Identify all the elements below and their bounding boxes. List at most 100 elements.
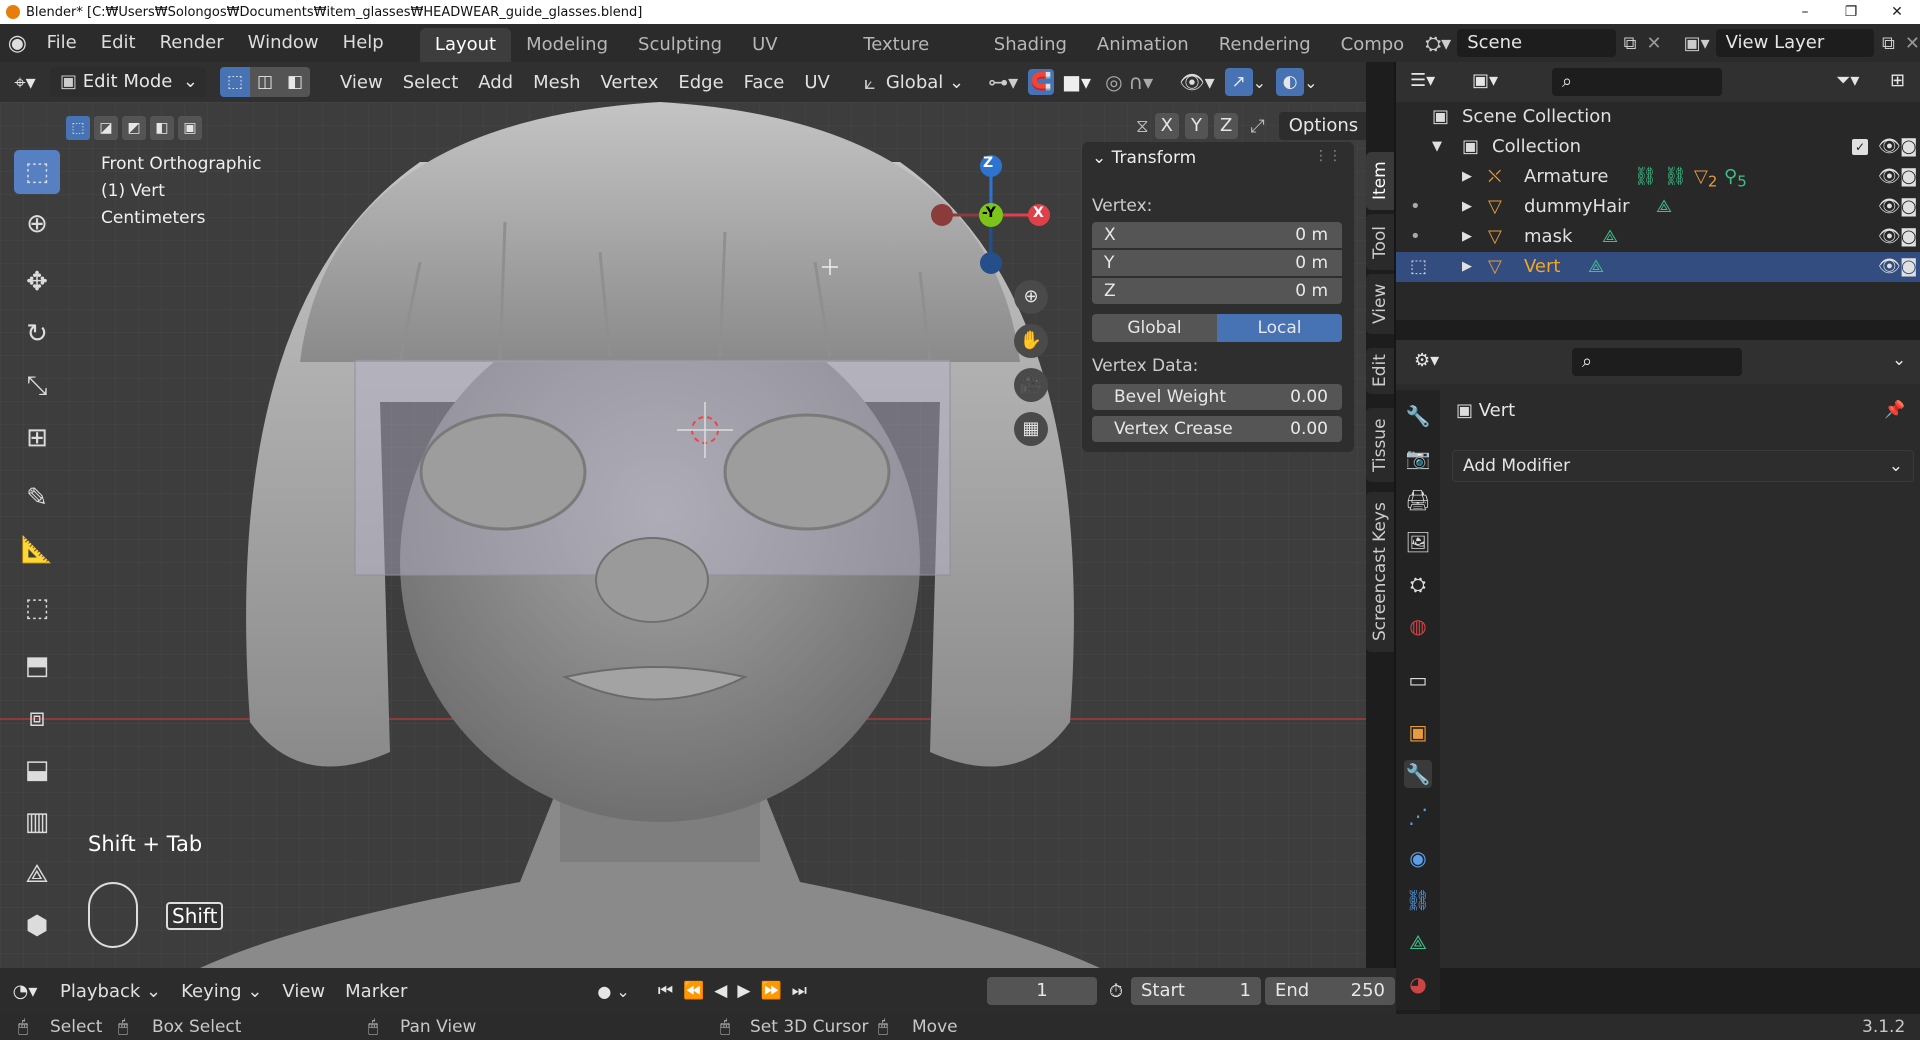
sidebar-tab-screencast-keys[interactable]: Screencast Keys: [1366, 492, 1394, 652]
current-frame-field[interactable]: 1: [986, 977, 1097, 1005]
outliner-row-vert[interactable]: ⬚ ▶ ▽ Vert ⟁ 👁 ◙: [1396, 252, 1920, 282]
pin-icon[interactable]: 📌: [1884, 400, 1905, 420]
vertex-select-icon[interactable]: ⬚: [220, 67, 250, 97]
chevron-down-icon[interactable]: ⌄: [1304, 73, 1317, 92]
end-frame-field[interactable]: End 250: [1264, 977, 1395, 1005]
local-button[interactable]: Local: [1217, 314, 1342, 342]
properties-search-input[interactable]: ⌕: [1572, 348, 1742, 376]
new-collection-icon[interactable]: ⊞: [1890, 70, 1905, 91]
render-camera-icon[interactable]: ◙: [1900, 162, 1917, 192]
expand-right-icon[interactable]: ▶: [1462, 252, 1472, 282]
play-icon[interactable]: ▶: [737, 981, 750, 1001]
blender-menu-icon[interactable]: ◉: [0, 31, 35, 56]
tab-sculpting[interactable]: Sculpting: [623, 28, 737, 62]
eye-icon[interactable]: 👁: [1878, 162, 1901, 192]
vertex-y-field[interactable]: Y 0 m: [1092, 250, 1342, 276]
visibility-icon[interactable]: 👁▾: [1179, 70, 1214, 94]
eye-icon[interactable]: 👁: [1878, 222, 1901, 252]
menu-view[interactable]: View: [330, 72, 393, 93]
menu-vertex[interactable]: Vertex: [591, 72, 669, 93]
menu-select[interactable]: Select: [393, 72, 469, 93]
snap-target-icon[interactable]: ■▾: [1062, 70, 1091, 94]
global-button[interactable]: Global: [1092, 314, 1217, 342]
outliner-editor-icon[interactable]: ☰▾: [1410, 70, 1435, 91]
new-view-layer-icon[interactable]: ⧉: [1882, 33, 1895, 54]
face-select-icon[interactable]: ◧: [280, 67, 310, 97]
select-extend-icon[interactable]: ◪: [94, 116, 118, 140]
outliner-row-armature[interactable]: ▶ ⛌ Armature ⛓ ⛓ ▽2 ⚲5 👁 ◙: [1396, 162, 1920, 192]
overlays-icon[interactable]: ◐: [1276, 68, 1305, 96]
loop-cut-tool-icon[interactable]: ▥: [14, 800, 60, 844]
material-icon[interactable]: ◕: [1404, 970, 1432, 998]
bevel-weight-field[interactable]: Bevel Weight 0.00: [1092, 384, 1342, 410]
vertical-divider[interactable]: [1394, 62, 1396, 1014]
start-frame-field[interactable]: Start 1: [1130, 977, 1261, 1005]
collection-checkbox[interactable]: ✓: [1852, 139, 1868, 155]
sidebar-tab-view[interactable]: View: [1366, 274, 1394, 334]
jump-end-icon[interactable]: ⏭: [792, 981, 807, 1001]
world-icon[interactable]: ◍: [1404, 612, 1432, 640]
new-scene-icon[interactable]: ⧉: [1624, 33, 1637, 54]
expand-right-icon[interactable]: ▶: [1462, 222, 1472, 252]
extrude-tool-icon[interactable]: ⬒: [14, 644, 60, 688]
cursor-tool-icon[interactable]: ⊕: [14, 202, 60, 246]
add-modifier-dropdown[interactable]: Add Modifier ⌄: [1452, 450, 1914, 482]
output-icon[interactable]: 🖨: [1404, 486, 1432, 514]
scene-browse-icon[interactable]: ⛭▾: [1425, 31, 1451, 55]
camera-icon[interactable]: 🎥: [1014, 368, 1048, 402]
tab-uv-editing[interactable]: UV Editing: [737, 28, 848, 89]
poly-build-tool-icon[interactable]: ⬢: [14, 904, 60, 948]
chevron-down-icon[interactable]: ⌄: [1253, 73, 1266, 92]
keying-menu[interactable]: Keying ⌄: [171, 981, 272, 1002]
view-layer-field[interactable]: View Layer: [1715, 29, 1875, 57]
annotate-tool-icon[interactable]: ✎: [14, 476, 60, 520]
tab-compositing[interactable]: Compo: [1326, 28, 1420, 62]
mesh-data-icon[interactable]: ⟁: [1404, 928, 1432, 956]
pan-hand-icon[interactable]: ✋: [1014, 324, 1048, 358]
vertex-x-field[interactable]: X 0 m: [1092, 222, 1342, 248]
axis-x-toggle[interactable]: X: [1154, 113, 1179, 139]
vertex-crease-field[interactable]: Vertex Crease 0.00: [1092, 416, 1342, 442]
tab-layout[interactable]: Layout: [419, 28, 512, 62]
playback-menu[interactable]: Playback ⌄: [50, 981, 171, 1002]
jump-start-icon[interactable]: ⏮: [658, 981, 673, 1001]
chevron-down-icon[interactable]: ⌄: [1892, 350, 1906, 370]
select-box-tool-icon[interactable]: ⬚: [14, 150, 60, 194]
select-subtract-icon[interactable]: ◩: [122, 116, 146, 140]
measure-tool-icon[interactable]: 📐: [14, 528, 60, 572]
outliner-row-scene-collection[interactable]: ▣ Scene Collection: [1396, 102, 1920, 132]
menu-file[interactable]: File: [35, 24, 89, 62]
drag-handle-icon[interactable]: ⋮⋮: [1314, 148, 1342, 164]
vertex-z-field[interactable]: Z 0 m: [1092, 278, 1342, 304]
render-camera-icon[interactable]: ◙: [1900, 222, 1917, 252]
record-icon[interactable]: ● ⌄: [597, 982, 629, 1001]
render-camera-icon[interactable]: ◙: [1900, 132, 1917, 162]
tab-shading[interactable]: Shading: [979, 28, 1082, 62]
maximize-button[interactable]: ❐: [1828, 0, 1874, 24]
constraints-icon[interactable]: ⛓: [1404, 886, 1432, 914]
select-invert-icon[interactable]: ◧: [150, 116, 174, 140]
prev-keyframe-icon[interactable]: ⏪: [683, 981, 704, 1001]
rotate-tool-icon[interactable]: ↻: [14, 312, 60, 356]
editor-type-icon[interactable]: ⌖▾: [0, 70, 50, 94]
tab-animation[interactable]: Animation: [1082, 28, 1204, 62]
sidebar-tab-tool[interactable]: Tool: [1366, 214, 1394, 270]
sidebar-tab-tissue[interactable]: Tissue: [1366, 408, 1394, 482]
falloff-icon[interactable]: ∩▾: [1129, 70, 1154, 94]
sidebar-tab-item[interactable]: Item: [1366, 152, 1394, 210]
properties-editor-icon[interactable]: ⚙▾: [1414, 350, 1439, 371]
menu-help[interactable]: Help: [331, 24, 396, 62]
menu-uv[interactable]: UV: [794, 72, 840, 93]
tab-rendering[interactable]: Rendering: [1204, 28, 1326, 62]
stopwatch-icon[interactable]: ⏱: [1109, 981, 1123, 1002]
render-camera-icon[interactable]: ◙: [1900, 192, 1917, 222]
expand-down-icon[interactable]: ▼: [1432, 132, 1442, 162]
mode-dropdown[interactable]: ▣ Edit Mode ⌄: [50, 67, 206, 97]
modifier-wrench-icon[interactable]: 🔧: [1404, 760, 1432, 788]
filter-icon[interactable]: ⏷▾: [1836, 70, 1859, 91]
add-cube-tool-icon[interactable]: ⬚: [14, 586, 60, 630]
eye-icon[interactable]: 👁: [1878, 192, 1901, 222]
inset-tool-icon[interactable]: ⧈: [14, 696, 60, 740]
menu-render[interactable]: Render: [148, 24, 236, 62]
sidebar-tab-edit[interactable]: Edit: [1366, 348, 1394, 394]
